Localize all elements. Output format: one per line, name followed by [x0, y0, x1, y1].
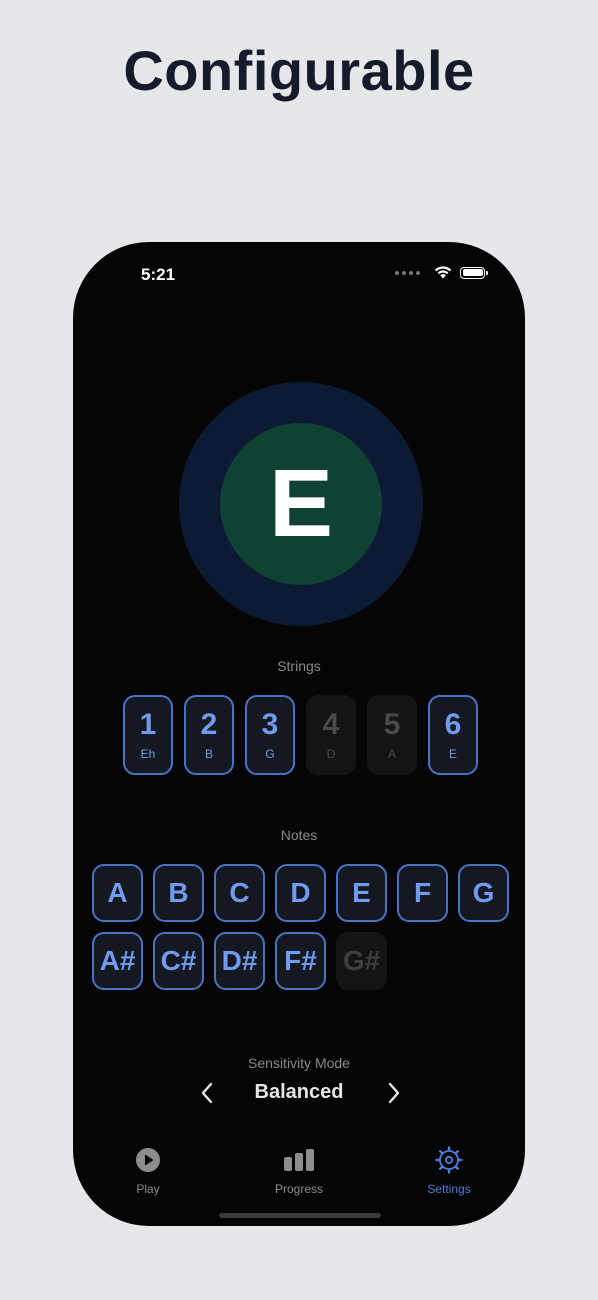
string-number: 6 — [444, 708, 462, 741]
chevron-right-icon[interactable] — [383, 1080, 405, 1106]
string-number: 1 — [139, 708, 157, 741]
notes-selector: A B C D E F G A# C# D# F# G# — [92, 864, 509, 990]
string-toggle-5[interactable]: 5 A — [367, 695, 417, 775]
sensitivity-value: Balanced — [254, 1081, 344, 1103]
tab-bar: Play Progress Settings — [73, 1146, 525, 1206]
gear-icon — [435, 1146, 463, 1174]
note-toggle-a-sharp[interactable]: A# — [92, 932, 143, 990]
strings-label: Strings — [277, 658, 321, 674]
string-number: 4 — [322, 708, 340, 741]
note-toggle-d-sharp[interactable]: D# — [214, 932, 265, 990]
strings-selector: 1 Eh 2 B 3 G 4 D 5 A 6 E — [123, 695, 478, 775]
string-number: 2 — [200, 708, 218, 741]
string-toggle-2[interactable]: 2 B — [184, 695, 234, 775]
note-toggle-b[interactable]: B — [153, 864, 204, 922]
tab-settings[interactable]: Settings — [399, 1146, 499, 1196]
notes-label: Notes — [280, 827, 318, 843]
string-toggle-4[interactable]: 4 D — [306, 695, 356, 775]
tab-label: Settings — [427, 1182, 471, 1196]
phone-screen: 5:21 E Strings 1 Eh 2 B 3 G 4 D 5 A 6 E … — [73, 242, 525, 1226]
note-toggle-g[interactable]: G — [458, 864, 509, 922]
string-note: E — [448, 747, 457, 761]
wifi-icon — [434, 266, 452, 279]
string-number: 5 — [383, 708, 401, 741]
note-toggle-g-sharp[interactable]: G# — [336, 932, 387, 990]
note-toggle-c-sharp[interactable]: C# — [153, 932, 204, 990]
bar-chart-icon — [284, 1149, 314, 1171]
current-note: E — [220, 423, 382, 585]
string-toggle-3[interactable]: 3 G — [245, 695, 295, 775]
tab-progress[interactable]: Progress — [249, 1146, 349, 1196]
tab-play[interactable]: Play — [98, 1146, 198, 1196]
note-toggle-c[interactable]: C — [214, 864, 265, 922]
string-note: B — [204, 747, 213, 761]
note-toggle-a[interactable]: A — [92, 864, 143, 922]
note-toggle-e[interactable]: E — [336, 864, 387, 922]
string-note: Eh — [140, 747, 156, 761]
tab-label: Play — [136, 1182, 160, 1196]
string-number: 3 — [261, 708, 279, 741]
status-icons — [395, 266, 488, 279]
headline: Configurable — [123, 39, 475, 102]
string-note: G — [265, 747, 275, 761]
string-note: D — [326, 747, 336, 761]
string-toggle-6[interactable]: 6 E — [428, 695, 478, 775]
sensitivity-selector: Balanced — [73, 1078, 525, 1108]
battery-icon — [460, 266, 488, 279]
signal-dots-icon — [395, 270, 420, 275]
note-toggle-f[interactable]: F — [397, 864, 448, 922]
sensitivity-label: Sensitivity Mode — [248, 1055, 350, 1071]
home-indicator — [219, 1213, 381, 1218]
status-time: 5:21 — [141, 265, 176, 284]
note-toggle-f-sharp[interactable]: F# — [275, 932, 326, 990]
note-toggle-d[interactable]: D — [275, 864, 326, 922]
tab-label: Progress — [274, 1182, 324, 1196]
play-icon — [136, 1148, 160, 1172]
note-indicator-ring: E — [179, 382, 423, 626]
string-note: A — [387, 747, 396, 761]
string-toggle-1[interactable]: 1 Eh — [123, 695, 173, 775]
